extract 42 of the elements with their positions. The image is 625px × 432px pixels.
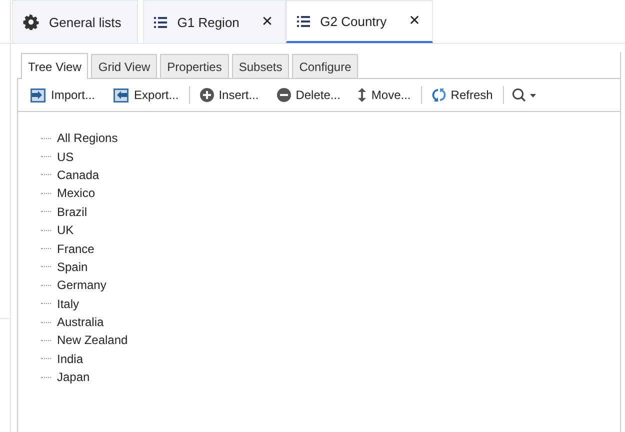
toolbar-button[interactable]: Import... bbox=[24, 83, 102, 107]
toolbar-button[interactable]: Insert... bbox=[194, 83, 265, 107]
tree-item[interactable]: New Zealand bbox=[57, 333, 128, 348]
tree-item[interactable]: Australia bbox=[57, 315, 104, 330]
toolbar-button[interactable]: Delete... bbox=[270, 83, 346, 107]
tree-item[interactable]: Mexico bbox=[57, 186, 96, 200]
close-button[interactable]: ✕ bbox=[408, 13, 420, 29]
tree-item[interactable]: India bbox=[57, 352, 84, 366]
plus-icon bbox=[200, 88, 214, 102]
view-tab[interactable]: Subsets bbox=[232, 54, 290, 78]
document-tab[interactable]: General lists bbox=[12, 0, 138, 43]
tree-item[interactable]: Italy bbox=[57, 296, 80, 311]
toolbar-button[interactable]: Move... bbox=[352, 83, 417, 107]
tree-item[interactable]: Japan bbox=[57, 370, 90, 384]
document-tab[interactable]: G1 Region ✕ bbox=[143, 0, 286, 43]
view-tab[interactable]: Tree View bbox=[21, 53, 88, 79]
close-button[interactable]: ✕ bbox=[261, 14, 274, 30]
tree-item[interactable]: Canada bbox=[57, 168, 100, 182]
tree-item[interactable]: UK bbox=[57, 223, 74, 238]
tree-item[interactable]: France bbox=[57, 242, 94, 256]
tree-item[interactable]: Brazil bbox=[57, 204, 88, 219]
export-icon bbox=[113, 88, 130, 102]
import-icon bbox=[30, 88, 46, 102]
view-tab[interactable]: Properties bbox=[160, 54, 229, 78]
gear-icon bbox=[23, 14, 39, 30]
tree-item[interactable]: Germany bbox=[57, 278, 106, 292]
tree-item[interactable]: All Regions bbox=[57, 131, 118, 146]
view-tab[interactable]: Configure bbox=[292, 54, 358, 78]
list-icon bbox=[297, 16, 310, 26]
tree-item[interactable]: US bbox=[57, 150, 74, 164]
tree-item[interactable]: Spain bbox=[57, 260, 88, 274]
minus-icon bbox=[276, 88, 291, 102]
document-tab[interactable]: G2 Country ✕ bbox=[286, 0, 434, 43]
toolbar-button[interactable]: Refresh bbox=[426, 83, 499, 107]
tab-label: G2 Country bbox=[320, 14, 387, 28]
vertical-arrow-icon bbox=[358, 88, 366, 102]
list-icon bbox=[154, 16, 168, 28]
view-tab[interactable]: Grid View bbox=[91, 54, 158, 78]
tab-label: General lists bbox=[49, 14, 122, 30]
toolbar-button[interactable]: Export... bbox=[107, 83, 185, 107]
refresh-icon bbox=[432, 88, 446, 102]
tab-label: G1 Region bbox=[177, 14, 240, 30]
